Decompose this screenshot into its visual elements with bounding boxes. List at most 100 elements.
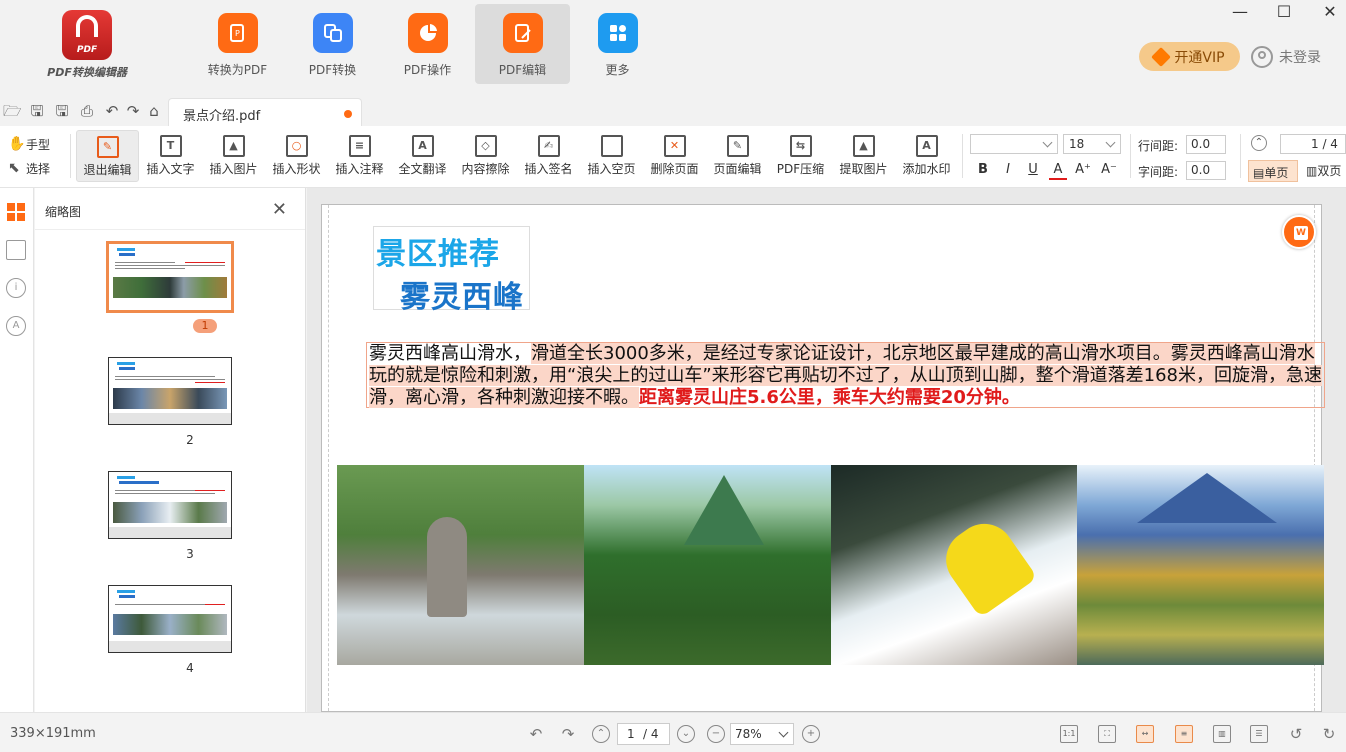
shrink-font-button[interactable]: A⁻	[1100, 162, 1118, 180]
redo-icon[interactable]: ↷	[124, 103, 142, 119]
page-thumbnail-1[interactable]	[106, 241, 234, 313]
insert-image-icon: ▲	[222, 135, 245, 157]
fit-width-icon[interactable]: ↔	[1136, 725, 1154, 743]
print-icon[interactable]: ⎙	[78, 103, 96, 119]
single-page-status-icon[interactable]: ≡	[1175, 725, 1193, 743]
single-page-view-button[interactable]: ▤单页	[1248, 160, 1298, 182]
prev-page-button-icon[interactable]: ⌃	[592, 725, 610, 743]
insert-blank-page-button[interactable]: 插入空页	[580, 130, 643, 182]
scenic-photo-valley[interactable]	[583, 465, 831, 665]
file-tab[interactable]: 景点介绍.pdf	[168, 98, 362, 126]
close-panel-icon[interactable]: ✕	[272, 199, 287, 220]
scenic-photo-rocks[interactable]	[337, 465, 584, 665]
delete-page-button[interactable]: ✕ 删除页面	[643, 130, 706, 182]
actual-size-icon[interactable]: 1:1	[1060, 725, 1078, 743]
double-page-status-icon[interactable]: ▥	[1213, 725, 1231, 743]
italic-button[interactable]: I	[999, 162, 1017, 180]
pdf-page: 景区推荐 雾灵西峰 雾灵西峰高山滑水，滑道全长3000多米，是经过专家论证设计，…	[321, 204, 1325, 712]
exit-edit-button[interactable]: ✎ 退出编辑	[76, 130, 139, 182]
open-folder-icon[interactable]: 🗁	[3, 103, 22, 119]
line-spacing-label: 行间距:	[1138, 139, 1179, 153]
document-viewport: 景区推荐 雾灵西峰 雾灵西峰高山滑水，滑道全长3000多米，是经过专家论证设计，…	[307, 188, 1346, 712]
select-tool[interactable]: ⬉ 选择	[8, 156, 64, 180]
close-window-icon[interactable]: ✕	[1316, 2, 1344, 22]
grow-font-button[interactable]: A⁺	[1074, 162, 1092, 180]
next-page-button-icon[interactable]: ⌄	[677, 725, 695, 743]
main-nav: P 转换为PDF PDF转换 PDF操作 PDF编辑 更多	[190, 4, 665, 84]
app-logo: PDF PDF转换编辑器	[42, 10, 132, 86]
insert-image-button[interactable]: ▲ 插入图片	[202, 130, 265, 182]
scenic-photo-rafting[interactable]	[830, 465, 1078, 665]
page-indicator-top[interactable]: 1 / 4	[1280, 134, 1346, 154]
zoom-in-icon[interactable]: +	[802, 725, 820, 743]
edit-ribbon: ✋ 手型 ⬉ 选择 ✎ 退出编辑 T 插入文字 ▲ 插入图片 ○ 插入形状 ≡ 插入…	[0, 126, 1346, 188]
minimize-icon[interactable]: —	[1226, 2, 1254, 22]
zoom-out-icon[interactable]: −	[707, 725, 725, 743]
insert-shape-button[interactable]: ○ 插入形状	[265, 130, 328, 182]
line-spacing-input[interactable]: 0.0	[1186, 135, 1226, 154]
save-as-icon[interactable]: 🖫	[53, 103, 71, 119]
char-spacing-input[interactable]: 0.0	[1186, 161, 1226, 180]
diamond-icon	[1151, 46, 1172, 67]
font-family-select[interactable]	[970, 134, 1058, 154]
thumbnail-panel: 缩略图 ✕ 1 2 3 4	[35, 188, 306, 712]
double-page-view-button[interactable]: ▥双页	[1306, 162, 1346, 182]
translate-button[interactable]: A 全文翻译	[391, 130, 454, 182]
erase-content-button[interactable]: ◇ 内容擦除	[454, 130, 517, 182]
cursor-icon: ⬉	[8, 160, 20, 176]
rotate-page-left-icon[interactable]: ↺	[1287, 725, 1305, 743]
add-watermark-button[interactable]: A 添加水印	[895, 130, 958, 182]
open-vip-button[interactable]: 开通VIP	[1139, 42, 1240, 71]
underline-button[interactable]: U	[1024, 162, 1042, 180]
page-thumbnail-2[interactable]	[108, 357, 232, 425]
pdf-compress-button[interactable]: ⇆ PDF压缩	[769, 130, 832, 182]
title-text-box[interactable]: 景区推荐 雾灵西峰	[373, 226, 530, 315]
bold-button[interactable]: B	[974, 162, 992, 180]
double-page-icon: ▥	[1306, 164, 1318, 178]
maximize-icon[interactable]: ☐	[1270, 2, 1298, 22]
fit-page-icon[interactable]: ⛶	[1098, 725, 1116, 743]
thumbnail-label-3: 3	[186, 547, 194, 561]
blank-page-icon	[600, 135, 623, 157]
insert-shape-icon: ○	[285, 135, 308, 157]
extract-image-button[interactable]: ▲ 提取图片	[832, 130, 895, 182]
outline-icon[interactable]	[6, 240, 26, 260]
signature-icon: ✍	[537, 135, 560, 157]
login-button[interactable]: 未登录	[1251, 44, 1321, 70]
current-page: 1	[627, 727, 635, 741]
rotate-right-icon[interactable]: ↷	[559, 725, 577, 743]
home-icon[interactable]: ⌂	[145, 103, 163, 119]
nav-more[interactable]: 更多	[570, 4, 665, 84]
info-icon[interactable]: i	[6, 278, 26, 298]
save-icon[interactable]: 🖫	[28, 103, 46, 119]
page-thumbnail-4[interactable]	[108, 585, 232, 653]
undo-icon[interactable]: ↶	[103, 103, 121, 119]
insert-signature-button[interactable]: ✍ 插入签名	[517, 130, 580, 182]
zoom-select[interactable]: 78%	[730, 723, 794, 745]
prev-page-icon[interactable]: ⌃	[1251, 135, 1267, 151]
rotate-left-icon[interactable]: ↶	[527, 725, 545, 743]
page-thumbnail-3[interactable]	[108, 471, 232, 539]
annotation-icon[interactable]: A	[6, 316, 26, 336]
hand-tool[interactable]: ✋ 手型	[8, 132, 64, 156]
nav-to-pdf[interactable]: P 转换为PDF	[190, 4, 285, 84]
panel-title: 缩略图	[45, 205, 82, 219]
page-edit-button[interactable]: ✎ 页面编辑	[706, 130, 769, 182]
insert-comment-icon: ≡	[348, 135, 371, 157]
body-text-box[interactable]: 雾灵西峰高山滑水，滑道全长3000多米，是经过专家论证设计，北京地区最早建成的高…	[366, 342, 1325, 408]
page-number-input[interactable]: 1 / 4	[617, 723, 670, 745]
photo-strip	[337, 465, 1324, 665]
font-color-button[interactable]: A	[1049, 162, 1067, 180]
continuous-scroll-icon[interactable]: ☰	[1250, 725, 1268, 743]
nav-pdf-edit[interactable]: PDF编辑	[475, 4, 570, 84]
insert-comment-button[interactable]: ≡ 插入注释	[328, 130, 391, 182]
scenic-photo-autumn[interactable]	[1077, 465, 1324, 665]
nav-pdf-convert[interactable]: PDF转换	[285, 4, 380, 84]
rotate-page-right-icon[interactable]: ↻	[1320, 725, 1338, 743]
font-size-select[interactable]: 18	[1063, 134, 1121, 154]
convert-to-word-button[interactable]	[1282, 215, 1316, 249]
thumbnail-panel-icon[interactable]	[6, 202, 26, 222]
page-subheading: 雾灵西峰	[400, 280, 524, 315]
insert-text-button[interactable]: T 插入文字	[139, 130, 202, 182]
nav-pdf-operate[interactable]: PDF操作	[380, 4, 475, 84]
